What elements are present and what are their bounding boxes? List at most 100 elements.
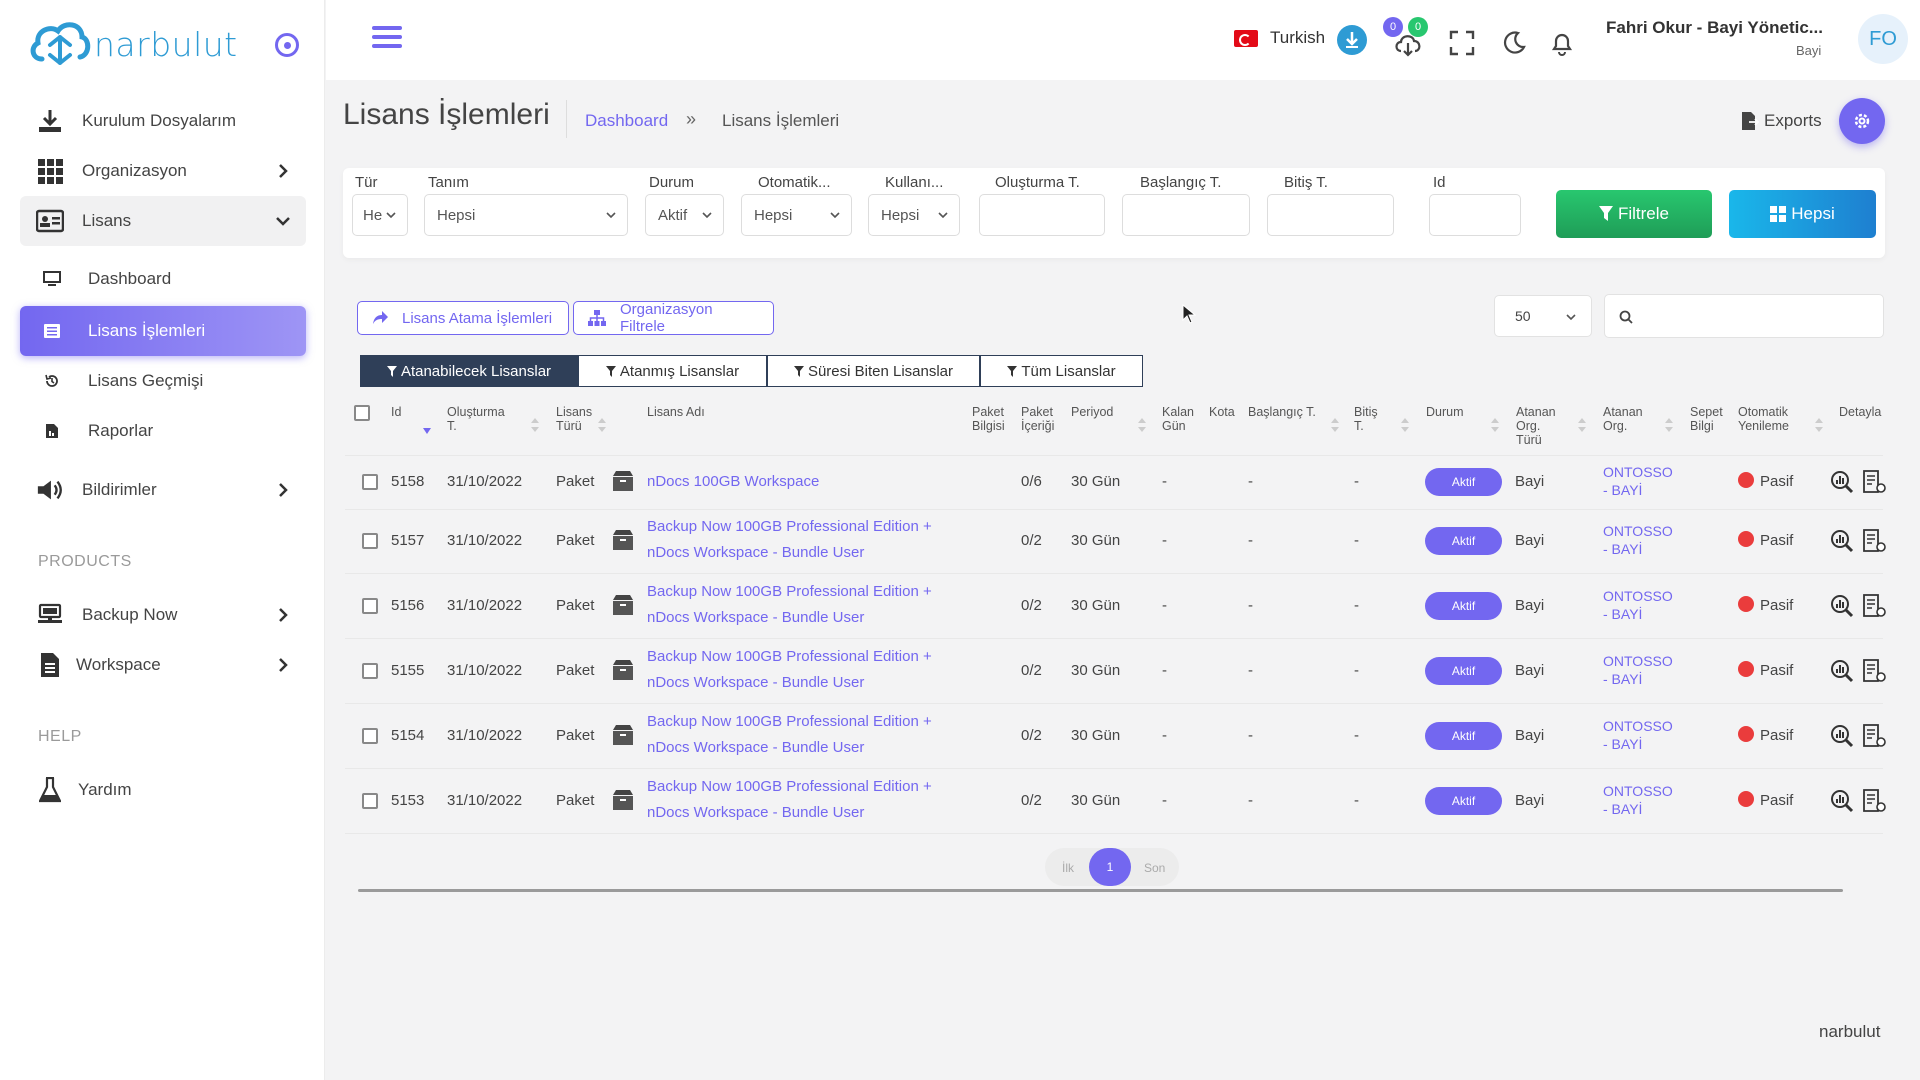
start-date-input[interactable] <box>1122 194 1250 236</box>
row-checkbox[interactable] <box>362 727 378 744</box>
row-org-name-line2[interactable]: - BAYİ <box>1603 801 1642 818</box>
analytics-search-icon[interactable] <box>1830 789 1854 813</box>
row-license-name-line1[interactable]: Backup Now 100GB Professional Edition + <box>647 644 932 670</box>
row-checkbox[interactable] <box>362 533 378 549</box>
document-details-icon[interactable] <box>1862 593 1886 618</box>
row-license-name-line2[interactable]: nDocs Workspace - Bundle User <box>647 605 864 631</box>
sidebar-item-workspace[interactable]: Workspace <box>20 640 306 690</box>
row-license-name-line1[interactable]: nDocs 100GB Workspace <box>647 469 819 495</box>
avatar[interactable]: FO <box>1858 14 1908 64</box>
col-header-created[interactable]: Oluşturma T. <box>447 405 517 433</box>
row-org-name-line2[interactable]: - BAYİ <box>1603 671 1642 688</box>
analytics-search-icon[interactable] <box>1830 724 1854 748</box>
brand-logo[interactable]: narbulut <box>28 16 238 72</box>
row-org-name-line1[interactable]: ONTOSSO <box>1603 464 1673 481</box>
col-header-org-type[interactable]: Atanan Org. Türü <box>1516 405 1566 447</box>
sidebar-subitem-license-operations[interactable]: Lisans İşlemleri <box>20 306 306 356</box>
sidebar-item-backup-now[interactable]: Backup Now <box>20 590 306 640</box>
fullscreen-icon[interactable] <box>1446 27 1478 59</box>
exports-button[interactable]: Exports <box>1741 111 1822 131</box>
sidebar-subitem-reports[interactable]: Raporlar <box>20 406 306 456</box>
tab-assigned[interactable]: Atanmış Lisanslar <box>578 355 767 387</box>
filter-button[interactable]: Filtrele <box>1556 190 1712 238</box>
definition-select[interactable]: Hepsi <box>424 194 628 236</box>
row-license-name-line2[interactable]: nDocs Workspace - Bundle User <box>647 540 864 566</box>
row-org-name-line2[interactable]: - BAYİ <box>1603 606 1642 623</box>
row-checkbox[interactable] <box>362 792 378 809</box>
analytics-search-icon[interactable] <box>1830 529 1854 553</box>
col-header-name[interactable]: Lisans Adı <box>647 405 705 419</box>
tab-expired[interactable]: Süresi Biten Lisanslar <box>767 355 980 387</box>
row-org-name-line1[interactable]: ONTOSSO <box>1603 783 1673 800</box>
horizontal-scrollbar[interactable] <box>358 889 1843 892</box>
document-details-icon[interactable] <box>1862 470 1886 494</box>
row-checkbox[interactable] <box>362 474 378 490</box>
row-org-name-line1[interactable]: ONTOSSO <box>1603 523 1673 540</box>
pagination-current[interactable]: 1 <box>1089 848 1131 886</box>
row-org-name-line1[interactable]: ONTOSSO <box>1603 653 1673 670</box>
sidebar-item-help[interactable]: Yardım <box>20 765 306 815</box>
row-org-name-line2[interactable]: - BAYİ <box>1603 482 1642 499</box>
sidebar-item-notifications[interactable]: Bildirimler <box>20 465 306 515</box>
sort-icon[interactable] <box>598 418 606 432</box>
user-name[interactable]: Fahri Okur - Bayi Yönetic... <box>1606 18 1823 38</box>
pagination-first[interactable]: İlk <box>1062 861 1074 875</box>
status-select[interactable]: Aktif <box>645 194 724 236</box>
row-checkbox[interactable] <box>362 662 378 679</box>
tab-assignable[interactable]: Atanabilecek Lisanslar <box>360 355 578 387</box>
row-license-name-line1[interactable]: Backup Now 100GB Professional Edition + <box>647 709 932 735</box>
breadcrumb-home-link[interactable]: Dashboard <box>585 111 668 131</box>
sort-icon[interactable] <box>1401 418 1409 432</box>
row-checkbox[interactable] <box>362 597 378 614</box>
sort-icon[interactable] <box>531 418 539 432</box>
sidebar-item-setup-files[interactable]: Kurulum Dosyalarım <box>20 96 306 146</box>
sidebar-toggle-icon[interactable] <box>275 33 299 57</box>
end-date-input[interactable] <box>1267 194 1394 236</box>
page-size-select[interactable]: 50 <box>1494 295 1592 337</box>
sort-icon[interactable] <box>1665 418 1673 432</box>
analytics-search-icon[interactable] <box>1830 659 1854 683</box>
sidebar-subitem-dashboard[interactable]: Dashboard <box>20 254 306 304</box>
sort-icon[interactable] <box>1331 418 1339 432</box>
user-select[interactable]: Hepsi <box>868 194 960 236</box>
row-license-name-line1[interactable]: Backup Now 100GB Professional Edition + <box>647 579 932 605</box>
row-org-name-line2[interactable]: - BAYİ <box>1603 541 1642 558</box>
row-license-name-line2[interactable]: nDocs Workspace - Bundle User <box>647 735 864 761</box>
document-details-icon[interactable] <box>1862 529 1886 553</box>
sidebar-item-organization[interactable]: Organizasyon <box>20 146 306 196</box>
row-org-name-line1[interactable]: ONTOSSO <box>1603 588 1673 605</box>
search-input[interactable] <box>1604 294 1884 338</box>
col-header-end[interactable]: Bitiş T. <box>1354 405 1388 433</box>
row-license-name-line2[interactable]: nDocs Workspace - Bundle User <box>647 800 864 826</box>
analytics-search-icon[interactable] <box>1830 594 1854 618</box>
sort-icon[interactable] <box>1815 418 1823 432</box>
download-circle-icon[interactable] <box>1336 24 1368 56</box>
sidebar-item-license[interactable]: Lisans <box>20 196 306 246</box>
sidebar-subitem-license-history[interactable]: Lisans Geçmişi <box>20 356 306 406</box>
pagination-last[interactable]: Son <box>1144 861 1165 875</box>
sort-desc-icon[interactable] <box>423 424 431 438</box>
col-header-period[interactable]: Periyod <box>1071 405 1113 419</box>
type-select[interactable]: He <box>352 194 408 236</box>
dark-mode-icon[interactable] <box>1498 27 1530 59</box>
settings-button[interactable] <box>1839 98 1885 144</box>
select-all-checkbox[interactable] <box>354 405 370 421</box>
organization-filter-button[interactable]: Organizasyon Filtrele <box>573 301 774 335</box>
row-org-name-line2[interactable]: - BAYİ <box>1603 736 1642 753</box>
license-assign-button[interactable]: Lisans Atama İşlemleri <box>357 301 569 335</box>
tab-all[interactable]: Tüm Lisanslar <box>980 355 1143 387</box>
menu-icon[interactable] <box>372 26 402 52</box>
sort-icon[interactable] <box>1491 418 1499 432</box>
sort-icon[interactable] <box>1138 418 1146 432</box>
col-header-id[interactable]: Id <box>391 405 401 419</box>
row-license-name-line1[interactable]: Backup Now 100GB Professional Edition + <box>647 774 932 800</box>
id-input[interactable] <box>1429 194 1521 236</box>
document-details-icon[interactable] <box>1862 658 1886 683</box>
document-details-icon[interactable] <box>1862 723 1886 748</box>
language-selector[interactable]: Turkish <box>1234 28 1325 48</box>
created-date-input[interactable] <box>979 194 1105 236</box>
row-license-name-line2[interactable]: nDocs Workspace - Bundle User <box>647 670 864 696</box>
row-org-name-line1[interactable]: ONTOSSO <box>1603 718 1673 735</box>
auto-renew-select[interactable]: Hepsi <box>741 194 852 236</box>
all-button[interactable]: Hepsi <box>1729 190 1876 238</box>
